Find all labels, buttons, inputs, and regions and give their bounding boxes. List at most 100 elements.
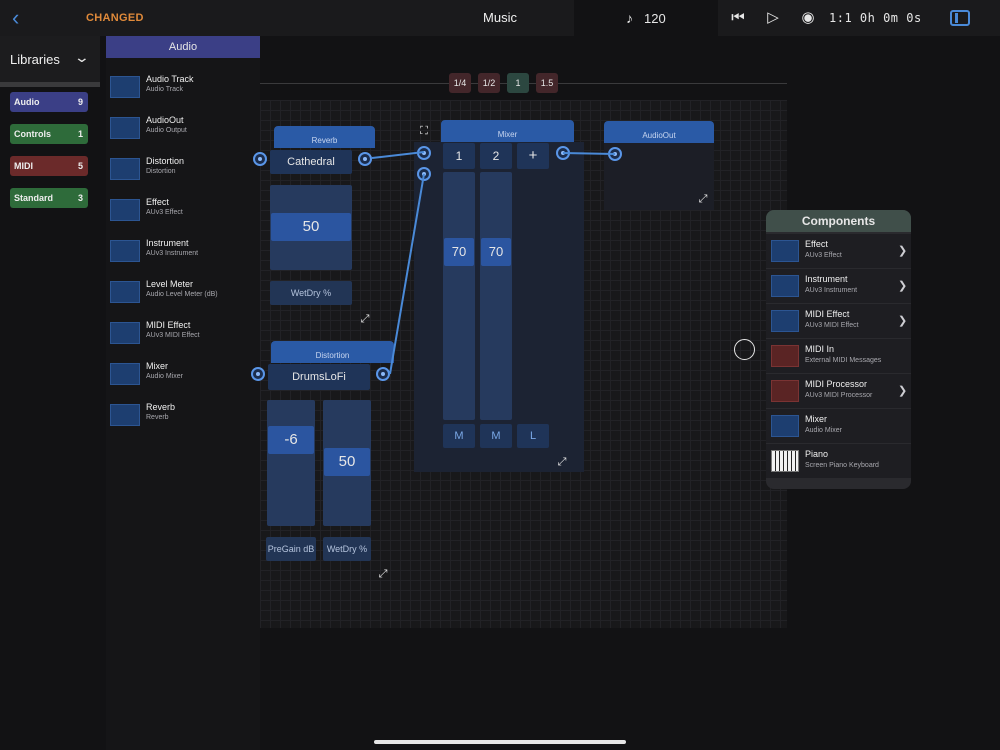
item-subtitle: External MIDI Messages xyxy=(805,357,882,364)
component-thumbnail xyxy=(110,281,140,303)
list-item[interactable]: Instrument AUv3 Instrument xyxy=(106,232,260,272)
audioout-node-title[interactable]: AudioOut xyxy=(604,121,714,143)
chevron-left-icon[interactable]: ‹ xyxy=(12,7,28,29)
reverb-wetdry-slider[interactable]: 50 xyxy=(270,185,352,270)
audioout-input-port[interactable] xyxy=(608,147,622,161)
list-item[interactable]: Mixer Audio Mixer xyxy=(106,355,260,395)
mixer-channel-2[interactable]: 2 xyxy=(480,143,512,169)
item-name: Effect xyxy=(146,197,169,207)
record-icon[interactable]: ◉ xyxy=(798,8,818,28)
component-thumbnail xyxy=(771,310,799,332)
mixer-mute-2-button[interactable]: M xyxy=(480,424,512,448)
category-label: Standard xyxy=(14,193,54,203)
resize-icon[interactable]: ⤢ xyxy=(556,456,568,468)
mixer-input-port-1[interactable] xyxy=(417,146,431,160)
list-item[interactable]: MIDI Effect AUv3 MIDI Effect xyxy=(106,314,260,354)
component-thumbnail xyxy=(771,380,799,402)
item-name: Level Meter xyxy=(146,279,194,289)
distortion-preset[interactable]: DrumsLoFi xyxy=(268,364,370,390)
sidebar-icon[interactable] xyxy=(950,10,970,26)
reverb-input-port[interactable] xyxy=(253,152,267,166)
zoom-one-half-button[interactable]: 1.5 xyxy=(536,73,558,93)
changed-status: CHANGED xyxy=(86,12,144,24)
distortion-param-label: PreGain dB xyxy=(266,537,316,561)
item-name: MIDI In xyxy=(805,344,835,354)
item-name: AudioOut xyxy=(146,115,184,125)
item-name: Instrument xyxy=(146,238,189,248)
mixer-input-port-2[interactable] xyxy=(417,167,431,181)
zoom-one-button[interactable]: 1 xyxy=(507,73,529,93)
category-midi[interactable]: MIDI 5 xyxy=(10,156,88,176)
resize-icon[interactable]: ⤢ xyxy=(377,568,389,580)
divider xyxy=(0,82,100,87)
item-subtitle: Audio Output xyxy=(146,127,187,134)
components-title: Components xyxy=(766,210,911,232)
reverb-preset[interactable]: Cathedral xyxy=(270,150,352,174)
component-thumbnail xyxy=(110,199,140,221)
item-name: Audio Track xyxy=(146,74,194,84)
zoom-half-button[interactable]: 1/2 xyxy=(478,73,500,93)
chevron-right-icon: ❯ xyxy=(898,280,908,292)
list-item[interactable]: Distortion Distortion xyxy=(106,150,260,190)
item-subtitle: AUv3 MIDI Processor xyxy=(805,392,873,399)
component-item-midi-effect[interactable]: MIDI Effect AUv3 MIDI Effect ❯ xyxy=(766,304,911,338)
component-item-mixer[interactable]: Mixer Audio Mixer xyxy=(766,409,911,443)
add-component-anchor[interactable] xyxy=(734,339,755,360)
tempo-control[interactable]: ♪ 120 xyxy=(574,0,718,36)
item-name: Instrument xyxy=(805,274,848,284)
chevron-down-icon: ⌄ xyxy=(73,49,91,65)
list-item[interactable]: Level Meter Audio Level Meter (dB) xyxy=(106,273,260,313)
zoom-quarter-button[interactable]: 1/4 xyxy=(449,73,471,93)
top-bar: ‹ CHANGED Music ♪ 120 ⏮ ▷ ◉ 1:1 0h 0m 0s xyxy=(0,0,1000,36)
item-subtitle: AUv3 Effect xyxy=(805,252,842,259)
category-audio[interactable]: Audio 9 xyxy=(10,92,88,112)
resize-icon[interactable]: ⤢ xyxy=(697,193,709,205)
reverb-node-title[interactable]: Reverb xyxy=(274,126,375,148)
category-count: 9 xyxy=(77,97,83,107)
distortion-wetdry-slider[interactable]: 50 xyxy=(323,400,371,526)
mixer-link-button[interactable]: L xyxy=(517,424,549,448)
component-item-piano[interactable]: Piano Screen Piano Keyboard xyxy=(766,444,911,478)
distortion-input-port[interactable] xyxy=(251,367,265,381)
component-thumbnail xyxy=(771,275,799,297)
item-subtitle: AUv3 MIDI Effect xyxy=(146,332,200,339)
skip-back-icon[interactable]: ⏮ xyxy=(728,8,748,28)
component-item-midi-in[interactable]: MIDI In External MIDI Messages xyxy=(766,339,911,373)
distortion-node-title[interactable]: Distortion xyxy=(271,341,394,363)
item-name: MIDI Effect xyxy=(805,309,850,319)
component-item-midi-processor[interactable]: MIDI Processor AUv3 MIDI Processor ❯ xyxy=(766,374,911,408)
list-item[interactable]: Reverb Reverb xyxy=(106,396,260,436)
category-standard[interactable]: Standard 3 xyxy=(10,188,88,208)
mixer-output-port[interactable] xyxy=(556,146,570,160)
item-name: Piano xyxy=(805,449,829,459)
play-icon[interactable]: ▷ xyxy=(763,8,783,28)
component-item-instrument[interactable]: Instrument AUv3 Instrument ❯ xyxy=(766,269,911,303)
component-thumbnail xyxy=(110,158,140,180)
component-thumbnail xyxy=(110,76,140,98)
resize-icon[interactable]: ⤢ xyxy=(359,313,371,325)
distortion-pregain-slider[interactable]: -6 xyxy=(267,400,315,526)
category-count: 1 xyxy=(77,129,83,139)
mixer-mute-1-button[interactable]: M xyxy=(443,424,475,448)
mixer-fader-2[interactable]: 70 xyxy=(480,172,512,420)
mixer-add-channel-button[interactable]: + xyxy=(517,143,549,169)
item-name: MIDI Effect xyxy=(146,320,191,330)
libraries-dropdown[interactable]: Libraries ⌄ xyxy=(0,36,100,82)
list-item[interactable]: AudioOut Audio Output xyxy=(106,109,260,149)
distortion-output-port[interactable] xyxy=(376,367,390,381)
mixer-channel-1[interactable]: 1 xyxy=(443,143,475,169)
component-thumbnail xyxy=(771,345,799,367)
home-indicator[interactable] xyxy=(374,740,626,744)
mixer-fader-1[interactable]: 70 xyxy=(443,172,475,420)
category-count: 3 xyxy=(77,193,83,203)
component-item-effect[interactable]: Effect AUv3 Effect ❯ xyxy=(766,234,911,268)
item-subtitle: AUv3 MIDI Effect xyxy=(805,322,859,329)
reverb-output-port[interactable] xyxy=(358,152,372,166)
list-item[interactable]: Audio Track Audio Track xyxy=(106,68,260,108)
mixer-node-title[interactable]: Mixer xyxy=(441,120,574,142)
expand-icon[interactable]: ⛶ xyxy=(418,125,430,137)
category-controls[interactable]: Controls 1 xyxy=(10,124,88,144)
item-name: Mixer xyxy=(146,361,168,371)
category-label: Audio xyxy=(14,97,40,107)
list-item[interactable]: Effect AUv3 Effect xyxy=(106,191,260,231)
